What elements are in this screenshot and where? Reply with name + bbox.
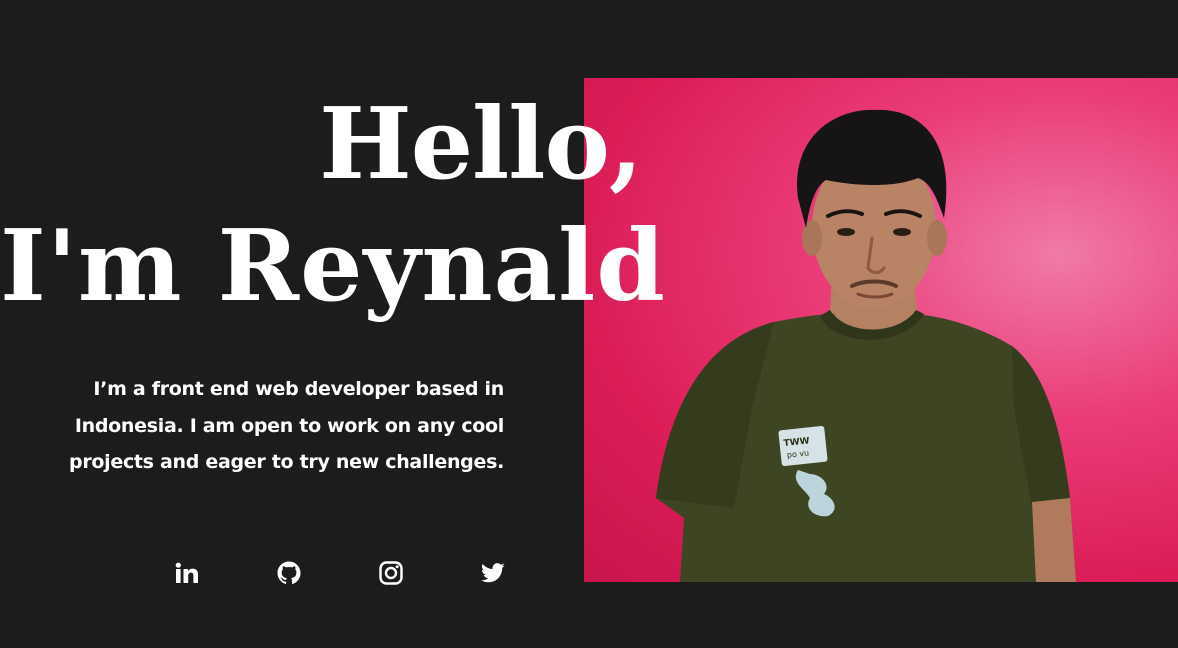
hero-title-line1: Hello, — [319, 87, 643, 202]
hero-section: TWW po vu Hello, I'm Reynald I’m a front… — [0, 0, 1178, 648]
linkedin-link[interactable] — [174, 560, 200, 586]
github-link[interactable] — [276, 560, 302, 586]
linkedin-icon — [175, 562, 198, 583]
profile-photo: TWW po vu — [584, 78, 1178, 582]
intro-text: I’m a front end web developer based in I… — [69, 378, 504, 473]
hero-title: Hello, I'm Reynald — [0, 84, 666, 328]
hero-title-line2: I'm Reynald — [0, 209, 666, 324]
twitter-link[interactable] — [480, 560, 506, 586]
instagram-icon — [379, 561, 403, 585]
twitter-icon — [481, 563, 505, 583]
instagram-link[interactable] — [378, 560, 404, 586]
github-icon — [277, 561, 301, 584]
social-links — [0, 560, 584, 586]
portrait-illustration: TWW po vu — [656, 109, 1076, 582]
